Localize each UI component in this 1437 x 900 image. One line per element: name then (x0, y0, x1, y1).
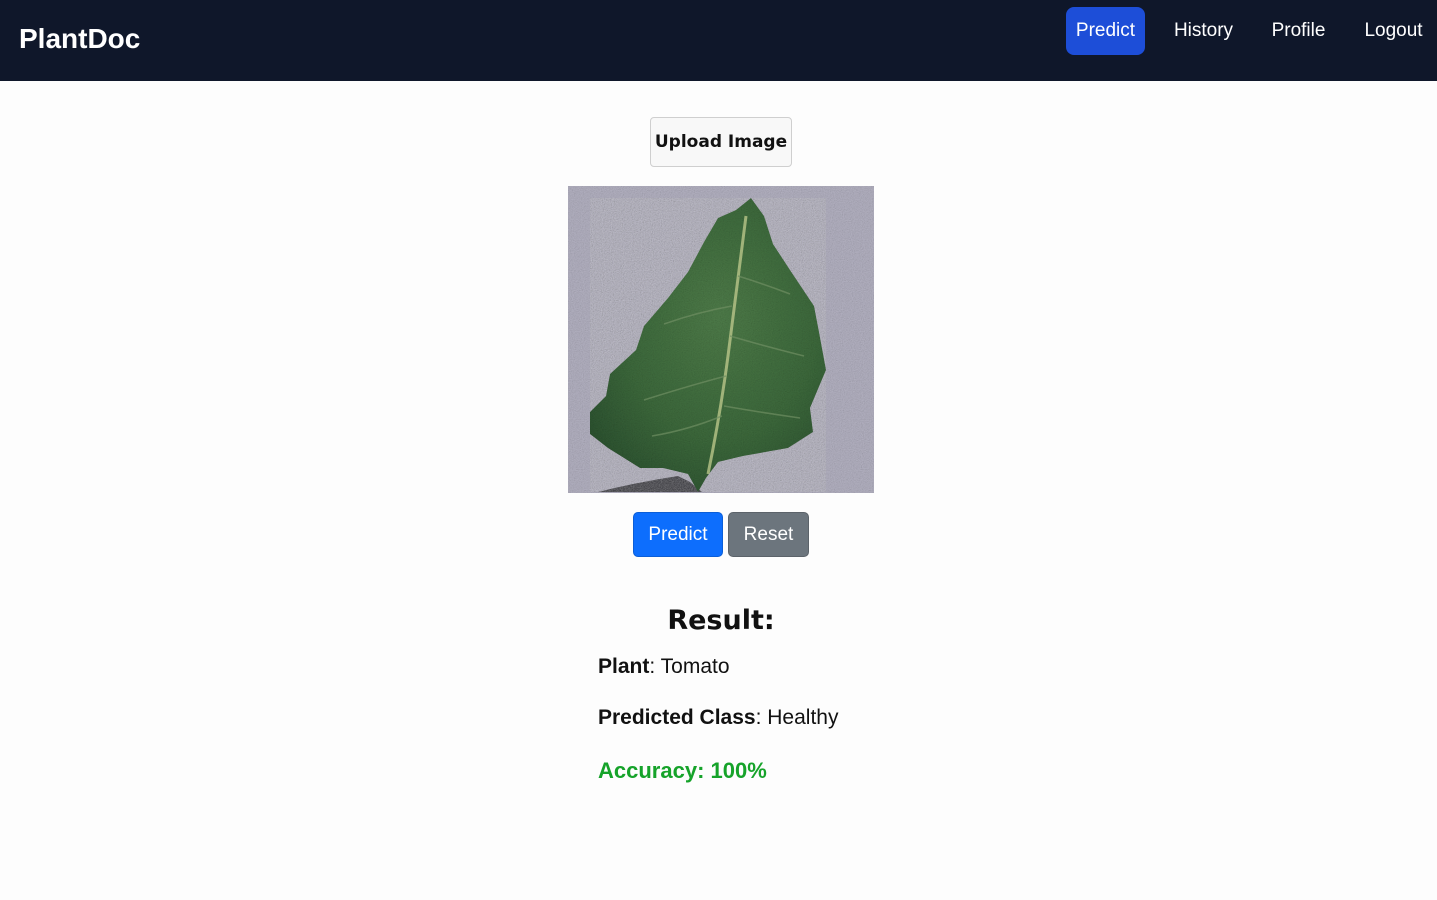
nav-history[interactable]: History (1162, 7, 1245, 55)
accuracy-text: Accuracy: 100% (598, 758, 767, 783)
predict-button[interactable]: Predict (633, 512, 723, 557)
nav-logout[interactable]: Logout (1355, 7, 1432, 55)
result-title: Result: (667, 605, 775, 636)
class-label: Predicted Class (598, 706, 756, 729)
upload-image-button[interactable]: Upload Image (650, 117, 792, 167)
reset-button[interactable]: Reset (728, 512, 809, 557)
class-separator: : (755, 706, 768, 729)
leaf-image (568, 186, 874, 493)
plant-separator: : (649, 655, 661, 678)
result-plant-row: Plant: Tomato (598, 653, 730, 681)
top-navbar: PlantDoc Predict History Profile Logout (0, 0, 1437, 81)
plant-label: Plant (598, 655, 650, 678)
brand-logo[interactable]: PlantDoc (19, 22, 140, 56)
result-class-row: Predicted Class: Healthy (598, 704, 838, 732)
nav-profile[interactable]: Profile (1262, 7, 1335, 55)
plant-value: Tomato (660, 655, 730, 678)
nav-predict[interactable]: Predict (1066, 7, 1145, 55)
class-value: Healthy (767, 706, 839, 729)
